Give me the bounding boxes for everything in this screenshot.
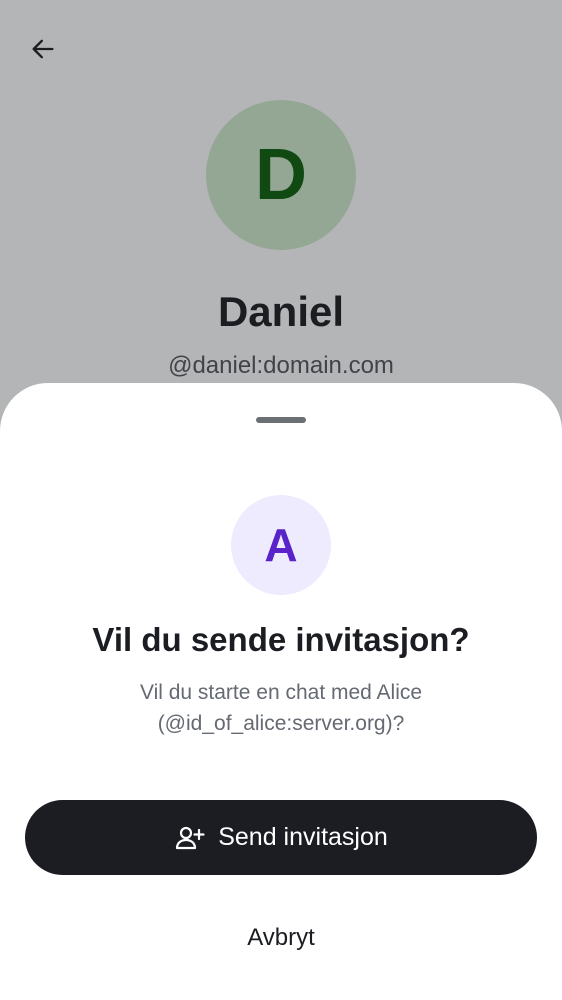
send-invite-button[interactable]: Send invitasjon — [25, 800, 537, 875]
drag-handle[interactable] — [256, 417, 306, 423]
invite-bottom-sheet: A Vil du sende invitasjon? Vil du starte… — [0, 383, 562, 1000]
dialog-message: Vil du starte en chat med Alice (@id_of_… — [139, 681, 423, 735]
dialog-title: Vil du sende invitasjon? — [92, 621, 470, 658]
person-add-icon — [174, 824, 206, 852]
cancel-button[interactable]: Avbryt — [150, 913, 412, 963]
send-invite-label: Send invitasjon — [218, 823, 388, 851]
invitee-avatar: A — [231, 495, 331, 595]
